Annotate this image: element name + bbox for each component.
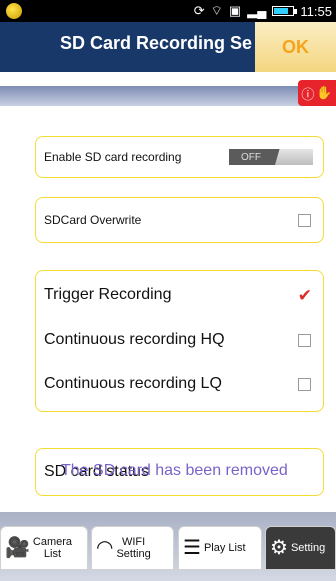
- status-row: SD card status The SD card has been remo…: [36, 449, 323, 495]
- tab-play-list[interactable]: ☰ Play List: [178, 526, 262, 570]
- notification-icon: [6, 3, 22, 19]
- overwrite-checkbox[interactable]: [298, 213, 311, 227]
- camera-icon: 🎥: [5, 537, 30, 559]
- cont-lq-label: Continuous recording LQ: [44, 375, 222, 392]
- toggle-state: OFF: [241, 151, 261, 163]
- tab-label: Setting: [290, 542, 326, 554]
- status-value: The SD card has been removed: [61, 462, 288, 479]
- tab-wifi-setting[interactable]: ◠ WIFI Setting: [91, 526, 174, 570]
- enable-label: Enable SD card recording: [44, 150, 182, 164]
- tab-setting[interactable]: ⚙ Setting: [265, 526, 336, 570]
- ok-button[interactable]: OK: [255, 22, 336, 72]
- info-icon: ⓘ: [301, 86, 315, 102]
- sync-icon: ⟳: [193, 3, 205, 18]
- page-title: SD Card Recording Se: [60, 33, 253, 53]
- tab-label: Camera List: [32, 536, 73, 560]
- tab-label: WIFI Setting: [116, 536, 151, 560]
- status-group: SD card status The SD card has been remo…: [35, 448, 324, 496]
- cont-hq-row[interactable]: Continuous recording HQ: [36, 319, 323, 361]
- gear-icon: ⚙: [270, 537, 288, 559]
- overwrite-group: SDCard Overwrite: [35, 197, 324, 243]
- person-icon: ✋: [316, 85, 333, 100]
- battery-icon: [272, 6, 298, 16]
- cont-lq-checkbox[interactable]: [298, 377, 311, 391]
- overwrite-row[interactable]: SDCard Overwrite: [36, 198, 323, 242]
- sd-card-icon: ▣: [228, 3, 242, 18]
- status-time: 11:55: [300, 3, 332, 19]
- recording-mode-group: Trigger Recording ✔ Continuous recording…: [35, 270, 324, 412]
- wifi-status-icon: ⌔: [210, 3, 223, 18]
- toggle-knob: [275, 149, 313, 165]
- cont-hq-checkbox[interactable]: [298, 333, 311, 347]
- signal-icon: ▂▄: [247, 3, 267, 18]
- trigger-row[interactable]: Trigger Recording ✔: [36, 271, 323, 319]
- cont-lq-row[interactable]: Continuous recording LQ: [36, 361, 323, 407]
- trigger-checkmark-icon[interactable]: ✔: [298, 287, 312, 304]
- header-band: [0, 86, 336, 106]
- trigger-label: Trigger Recording: [44, 286, 172, 303]
- enable-toggle[interactable]: OFF: [229, 149, 313, 165]
- help-button[interactable]: ⓘ ✋: [298, 80, 336, 106]
- list-icon: ☰: [183, 537, 201, 559]
- wifi-icon: ◠: [96, 537, 114, 559]
- cont-hq-label: Continuous recording HQ: [44, 331, 225, 348]
- tab-label: Play List: [203, 542, 246, 554]
- status-bar: ⟳ ⌔ ▣ ▂▄ 11:55: [0, 0, 336, 22]
- enable-group: Enable SD card recording OFF: [35, 136, 324, 178]
- tab-camera-list[interactable]: 🎥 Camera List: [0, 526, 88, 570]
- status-icons: ⟳ ⌔ ▣ ▂▄ 11:55: [194, 2, 332, 20]
- enable-row[interactable]: Enable SD card recording OFF: [36, 137, 323, 177]
- overwrite-label: SDCard Overwrite: [44, 213, 142, 227]
